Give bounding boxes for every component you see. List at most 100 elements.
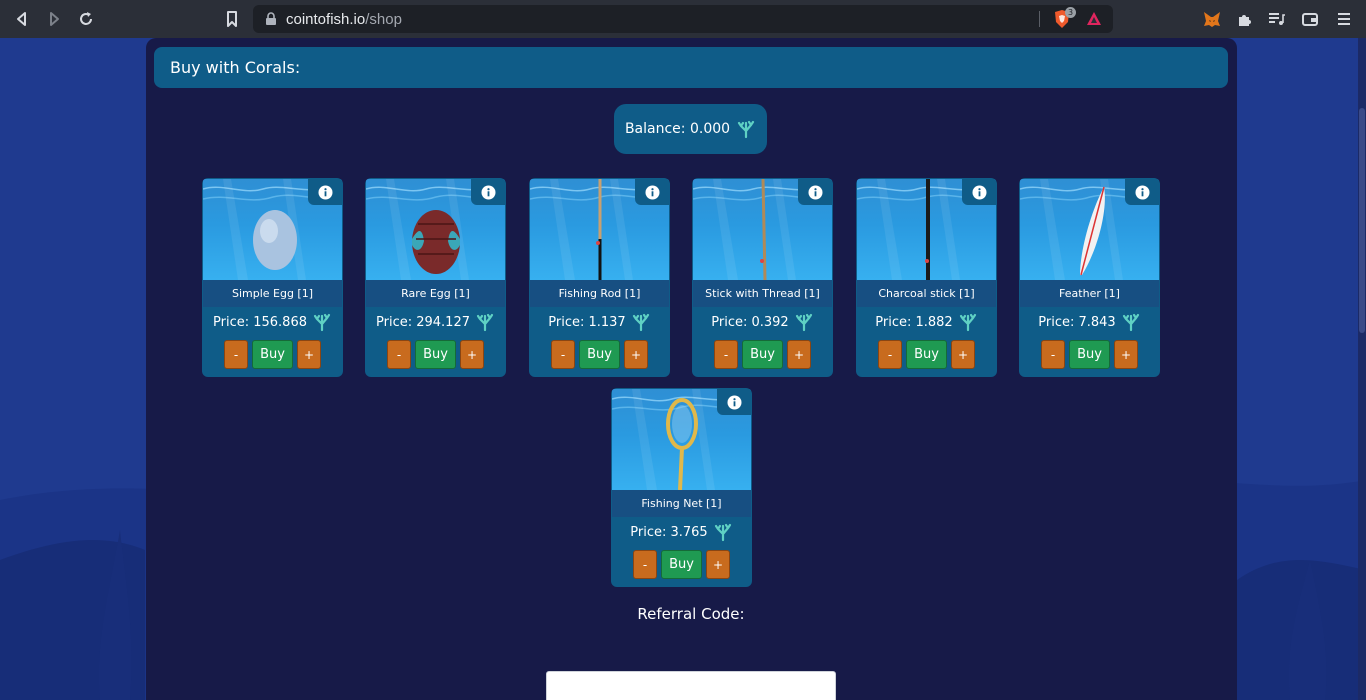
- info-button[interactable]: [308, 179, 342, 205]
- quantity-controls: - Buy +: [692, 340, 833, 370]
- item-price-text: Price: 1.137: [548, 314, 626, 330]
- info-button[interactable]: [717, 389, 751, 415]
- info-icon: [481, 185, 495, 199]
- balance-text: Balance: 0.000: [624, 121, 731, 137]
- item-price-text: Price: 294.127: [376, 314, 470, 330]
- item-price: Price: 156.868: [202, 310, 343, 334]
- coral-icon: [714, 523, 731, 542]
- increase-quantity-button[interactable]: +: [297, 340, 321, 369]
- forward-button[interactable]: [38, 3, 70, 35]
- address-bar[interactable]: cointofish.io/shop 3: [253, 5, 1113, 33]
- shop-item-card: Stick with Thread [1] Price: 0.392 - Buy +: [692, 178, 833, 377]
- buy-button[interactable]: Buy: [252, 340, 293, 369]
- balance-display: Balance: 0.000: [614, 104, 767, 154]
- info-button[interactable]: [635, 179, 669, 205]
- scrollbar-thumb[interactable]: [1359, 108, 1365, 333]
- url-domain: cointofish.io: [286, 10, 366, 28]
- decrease-quantity-button[interactable]: -: [551, 340, 575, 369]
- coral-icon: [476, 313, 494, 332]
- item-name: Stick with Thread [1]: [693, 280, 832, 307]
- increase-quantity-button[interactable]: +: [624, 340, 648, 369]
- quantity-controls: - Buy +: [611, 550, 752, 580]
- quantity-controls: - Buy +: [529, 340, 670, 370]
- playlist-icon[interactable]: [1266, 9, 1286, 29]
- item-name: Simple Egg [1]: [203, 280, 342, 307]
- quantity-controls: - Buy +: [202, 340, 343, 370]
- buy-button[interactable]: Buy: [661, 550, 702, 579]
- wallet-icon[interactable]: [1300, 9, 1320, 29]
- buy-button[interactable]: Buy: [415, 340, 456, 369]
- item-price-text: Price: 3.765: [630, 524, 708, 540]
- bookmark-icon[interactable]: [222, 9, 242, 29]
- url-divider: [1039, 11, 1040, 27]
- increase-quantity-button[interactable]: +: [1114, 340, 1138, 369]
- referral-code-input[interactable]: [546, 671, 836, 700]
- item-price: Price: 7.843: [1019, 310, 1160, 334]
- info-button[interactable]: [798, 179, 832, 205]
- quantity-controls: - Buy +: [856, 340, 997, 370]
- info-icon: [972, 185, 986, 199]
- item-price-text: Price: 1.882: [875, 314, 953, 330]
- increase-quantity-button[interactable]: +: [460, 340, 484, 369]
- coral-icon: [1122, 313, 1139, 332]
- coral-icon: [632, 313, 649, 332]
- shop-item-card: Charcoal stick [1] Price: 1.882 - Buy +: [856, 178, 997, 377]
- item-price-text: Price: 7.843: [1038, 314, 1116, 330]
- buy-button[interactable]: Buy: [742, 340, 783, 369]
- brave-rewards-icon[interactable]: [1085, 10, 1103, 28]
- item-price: Price: 1.137: [529, 310, 670, 334]
- info-button[interactable]: [1125, 179, 1159, 205]
- forward-icon: [50, 12, 59, 26]
- info-icon: [318, 185, 332, 199]
- info-icon: [727, 395, 741, 409]
- buy-button[interactable]: Buy: [906, 340, 947, 369]
- url-path: /shop: [365, 10, 402, 28]
- quantity-controls: - Buy +: [365, 340, 506, 370]
- coral-icon: [795, 313, 812, 332]
- referral-label: Referral Code:: [637, 605, 745, 623]
- buy-button[interactable]: Buy: [1069, 340, 1110, 369]
- buy-button[interactable]: Buy: [579, 340, 620, 369]
- decrease-quantity-button[interactable]: -: [387, 340, 411, 369]
- increase-quantity-button[interactable]: +: [706, 550, 730, 579]
- decrease-quantity-button[interactable]: -: [878, 340, 902, 369]
- item-name: Fishing Rod [1]: [530, 280, 669, 307]
- coral-icon: [959, 313, 976, 332]
- decrease-quantity-button[interactable]: -: [224, 340, 248, 369]
- info-button[interactable]: [471, 179, 505, 205]
- decrease-quantity-button[interactable]: -: [714, 340, 738, 369]
- coral-icon: [313, 313, 331, 332]
- metamask-icon[interactable]: [1202, 9, 1222, 29]
- reload-button[interactable]: [70, 3, 102, 35]
- coral-icon: [737, 120, 755, 139]
- browser-toolbar: cointofish.io/shop 3: [0, 0, 1366, 38]
- item-name: Fishing Net [1]: [612, 490, 751, 517]
- shop-item-card: Fishing Rod [1] Price: 1.137 - Buy +: [529, 178, 670, 377]
- lock-icon: [266, 12, 276, 25]
- info-button[interactable]: [962, 179, 996, 205]
- info-icon: [645, 185, 659, 199]
- shop-item-card: Simple Egg [1] Price: 156.868 - Buy +: [202, 178, 343, 377]
- reload-icon: [80, 12, 92, 25]
- info-icon: [1135, 185, 1149, 199]
- item-price: Price: 3.765: [611, 520, 752, 544]
- shop-item-card: Feather [1] Price: 7.843 - Buy +: [1019, 178, 1160, 377]
- item-price-text: Price: 156.868: [213, 314, 307, 330]
- extensions-icon[interactable]: [1235, 9, 1255, 29]
- menu-icon[interactable]: [1334, 9, 1354, 29]
- item-price: Price: 294.127: [365, 310, 506, 334]
- item-name: Feather [1]: [1020, 280, 1159, 307]
- url-text: cointofish.io/shop: [286, 11, 402, 28]
- item-price: Price: 0.392: [692, 310, 833, 334]
- quantity-controls: - Buy +: [1019, 340, 1160, 370]
- shop-item-card: Fishing Net [1] Price: 3.765 - Buy +: [611, 388, 752, 587]
- decrease-quantity-button[interactable]: -: [633, 550, 657, 579]
- increase-quantity-button[interactable]: +: [787, 340, 811, 369]
- decrease-quantity-button[interactable]: -: [1041, 340, 1065, 369]
- increase-quantity-button[interactable]: +: [951, 340, 975, 369]
- info-icon: [808, 185, 822, 199]
- back-button[interactable]: [6, 3, 38, 35]
- item-name: Rare Egg [1]: [366, 280, 505, 307]
- shield-count-badge: 3: [1065, 7, 1077, 18]
- item-name: Charcoal stick [1]: [857, 280, 996, 307]
